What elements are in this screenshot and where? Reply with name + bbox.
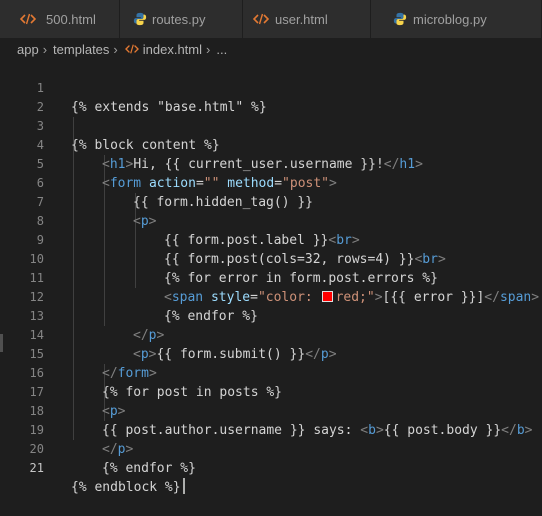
code-line: 20 {% endfor %} bbox=[0, 421, 542, 476]
code-line: 9 {{ form.post(cols=32, rows=4) }}<br> bbox=[0, 212, 542, 267]
code-line: 6 {{ form.hidden_tag() }} bbox=[0, 155, 542, 210]
code-editor[interactable]: 1 {% extends "base.html" %} 2 3 {% block… bbox=[0, 60, 542, 495]
tab-label: user.html bbox=[275, 11, 328, 27]
tab-500-html[interactable]: 500.html bbox=[0, 0, 120, 38]
code-line: 17 <p> bbox=[0, 364, 542, 419]
html-tag-icon bbox=[20, 13, 36, 25]
code-line: 14 <p>{{ form.submit() }}</p> bbox=[0, 307, 542, 362]
chevron-right-icon: › bbox=[42, 41, 48, 57]
chevron-right-icon: › bbox=[206, 41, 211, 57]
code-line: 18 {{ post.author.username }} says: <b>{… bbox=[0, 383, 542, 438]
breadcrumb-item-app[interactable]: app bbox=[17, 42, 39, 57]
tab-label: routes.py bbox=[152, 11, 206, 27]
breadcrumb-item-file[interactable]: index.html bbox=[143, 42, 202, 57]
tab-label: 500.html bbox=[46, 11, 96, 27]
html-tag-icon bbox=[124, 44, 139, 54]
code-line: 3 {% block content %} bbox=[0, 98, 542, 153]
code-line: 1 {% extends "base.html" %} bbox=[0, 60, 542, 115]
code-text: {% endfor %} bbox=[102, 461, 196, 476]
code-line: 10 {% for error in form.post.errors %} bbox=[0, 231, 542, 286]
tab-microblog-py[interactable]: microblog.py bbox=[371, 0, 542, 38]
code-line: 5 <form action="" method="post"> bbox=[0, 136, 542, 191]
line-number: 21 bbox=[29, 461, 44, 475]
code-line: 15 </form> bbox=[0, 326, 542, 381]
code-line: 11 <span style="color: red;">[{{ error }… bbox=[0, 250, 542, 305]
code-line: 2 bbox=[0, 79, 542, 114]
python-icon bbox=[133, 12, 147, 26]
code-line: 8 {{ form.post.label }}<br> bbox=[0, 193, 542, 248]
tab-routes-py[interactable]: routes.py bbox=[120, 0, 243, 38]
code-line: 7 <p> bbox=[0, 174, 542, 229]
code-line: 19 </p> bbox=[0, 402, 542, 457]
breadcrumb-item-more[interactable]: ... bbox=[216, 42, 227, 57]
code-text: {% endblock %} bbox=[71, 478, 185, 497]
chevron-right-icon: › bbox=[113, 41, 118, 57]
tab-label: microblog.py bbox=[413, 11, 487, 27]
python-icon bbox=[393, 12, 407, 26]
text-cursor bbox=[182, 478, 185, 494]
breadcrumb-item-templates[interactable]: templates bbox=[53, 42, 109, 57]
code-line: 12 {% endfor %} bbox=[0, 269, 542, 324]
code-line: 16 {% for post in posts %} bbox=[0, 345, 542, 400]
tab-bar: 500.html routes.py user.html microblog.p… bbox=[0, 0, 542, 38]
html-tag-icon bbox=[253, 13, 269, 25]
code-line: 21 {% endblock %} bbox=[0, 440, 542, 495]
tab-user-html[interactable]: user.html bbox=[243, 0, 371, 38]
code-line: 13 </p> bbox=[0, 288, 542, 343]
code-line: 4 <h1>Hi, {{ current_user.username }}!</… bbox=[0, 117, 542, 172]
breadcrumb: app › templates › index.html › ... bbox=[0, 38, 542, 60]
